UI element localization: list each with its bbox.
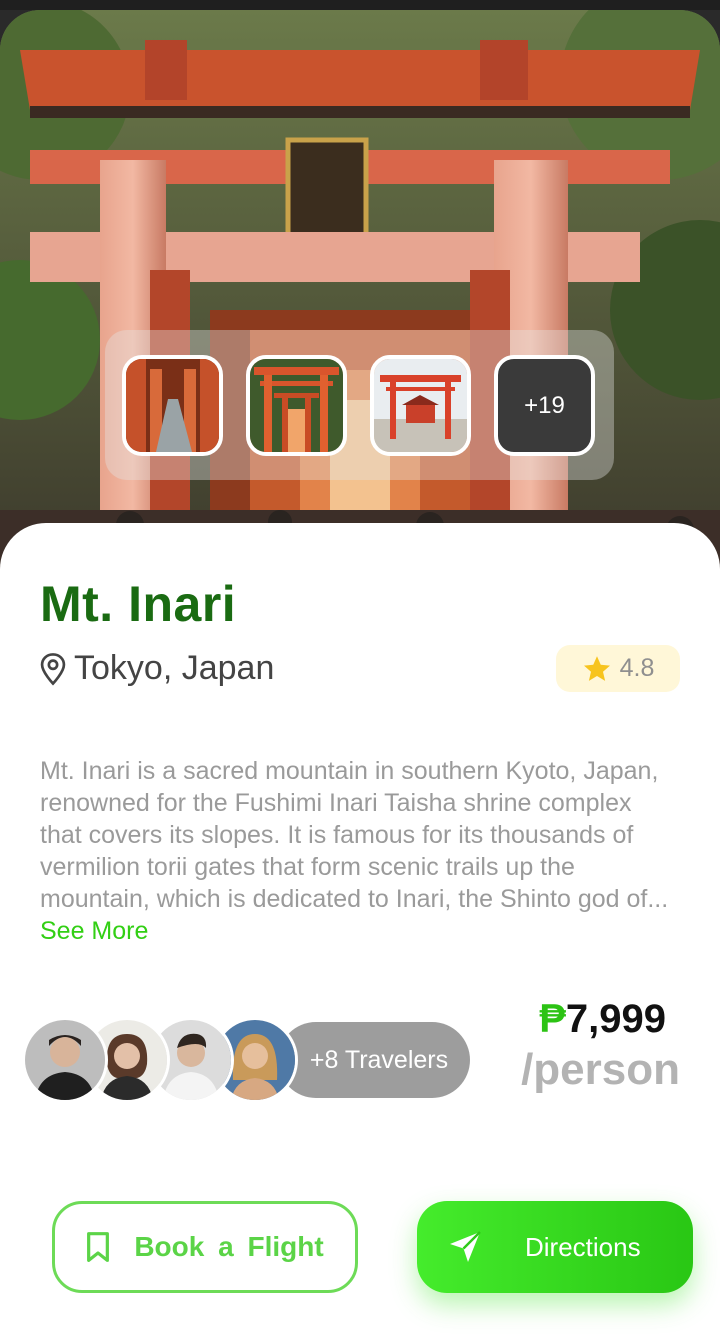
status-bar-strip [0, 0, 720, 10]
star-icon [583, 655, 610, 681]
hero-photo [0, 10, 720, 570]
photo-gallery: +19 [105, 330, 614, 480]
book-flight-label: Book a Flight [134, 1231, 324, 1262]
navigation-arrow-icon [450, 1231, 481, 1262]
description-text: Mt. Inari is a sacred mountain in southe… [40, 757, 669, 913]
avatar[interactable] [22, 1017, 108, 1103]
more-travelers-chip[interactable]: +8 Travelers [278, 1022, 470, 1098]
location-text: Tokyo, Japan [74, 649, 275, 687]
travelers-group: +8 Travelers [22, 1017, 482, 1105]
gallery-more-photos[interactable]: +19 [494, 355, 595, 456]
place-location: Tokyo, Japan [38, 649, 274, 688]
price-unit: /person [521, 1045, 680, 1094]
gallery-thumbnail-1[interactable] [122, 355, 223, 456]
rating-badge: 4.8 [556, 645, 680, 692]
price-amount: ₱7,999 [539, 997, 666, 1042]
price-value: 7,999 [565, 997, 666, 1041]
place-detail-screen: +19 Mt. Inari Tokyo, Japan 4.8 Mt. Inari… [0, 0, 720, 1340]
currency-symbol: ₱ [539, 997, 566, 1041]
see-more-link[interactable]: See More [40, 917, 148, 945]
directions-label: Directions [525, 1231, 641, 1262]
gallery-thumbnail-2[interactable] [246, 355, 347, 456]
place-description: Mt. Inari is a sacred mountain in southe… [40, 755, 680, 947]
bookmark-icon [87, 1232, 110, 1262]
directions-button[interactable]: Directions [417, 1201, 693, 1293]
location-pin-icon [40, 652, 66, 686]
more-photos-count: +19 [524, 391, 565, 419]
gallery-thumbnail-3[interactable] [370, 355, 471, 456]
more-travelers-label: +8 Travelers [309, 1045, 449, 1074]
place-details-card: Mt. Inari Tokyo, Japan 4.8 Mt. Inari is … [0, 523, 720, 1340]
book-flight-button[interactable]: Book a Flight [52, 1201, 358, 1293]
place-title: Mt. Inari [40, 576, 237, 632]
rating-value: 4.8 [619, 654, 655, 682]
